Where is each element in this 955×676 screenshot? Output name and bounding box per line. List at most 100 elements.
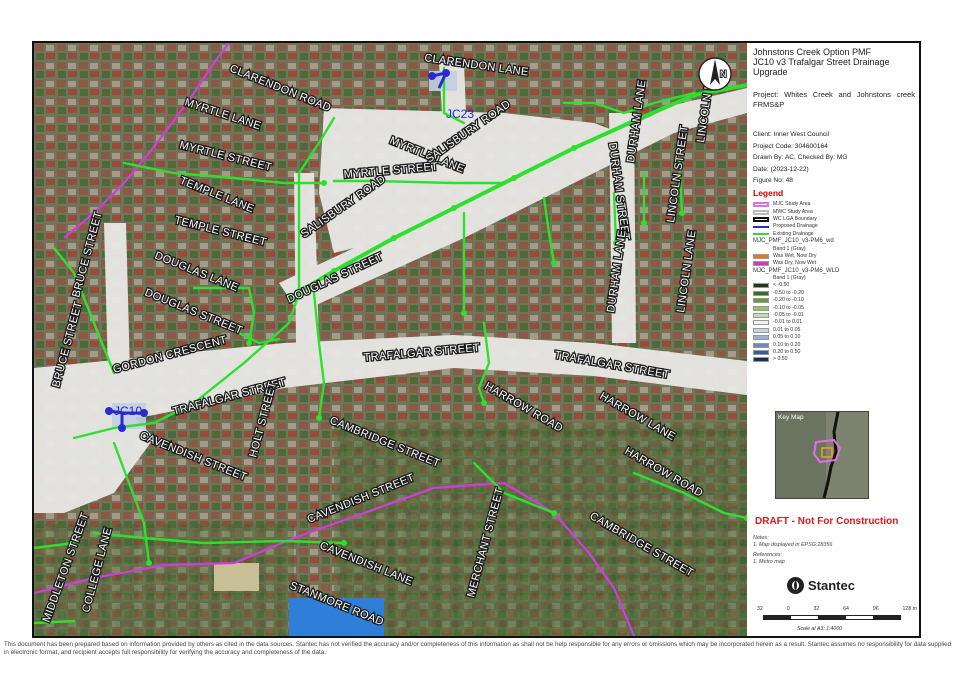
notes: Notes: 1. Map displayed in EPSG:28356 Re… [753, 535, 917, 566]
legend-label: 0.05 to 0.10 [773, 334, 801, 341]
scale-tick-label: 32 [813, 606, 820, 612]
legend-swatch [753, 327, 769, 333]
notes-text: 1. Map displayed in EPSG:28356 [753, 542, 833, 548]
legend-item: Was Wet, Now Dry [753, 253, 917, 260]
scale-ratio: Scale at A3: 1:4000 [797, 626, 843, 632]
legend-swatch [753, 313, 769, 319]
legend-label: 0.01 to 0.05 [773, 326, 801, 333]
tree-canopy [334, 423, 747, 636]
scale-bar: 32 0 32 64 96 128 m Scale at A3: 1:4000 [757, 605, 917, 635]
legend-label: > 0.50 [773, 356, 788, 363]
stantec-logo-name: Stantec [808, 578, 855, 593]
key-map-label: Key Map [778, 414, 804, 421]
legend-item: -0.20 to -0.10 [753, 297, 917, 304]
legend-item: MJC Study Area [753, 201, 917, 208]
references-heading: References: [753, 552, 783, 558]
legend-item: Existing Drainage [753, 231, 917, 238]
legend-item: 0.20 to 0.50 [753, 349, 917, 356]
project-meta: Client: Inner West Council Project Code:… [753, 129, 917, 187]
client-text: Client: Inner West Council [753, 131, 830, 138]
legend-item: MJC_PMF_JC10_v3-PM6_WLD [753, 268, 917, 275]
legend-swatch [753, 305, 769, 311]
north-arrow-icon: N [698, 57, 732, 91]
legend-item: -0.50 to -0.20 [753, 290, 917, 297]
legend-item: 0.10 to 0.20 [753, 341, 917, 348]
legend: Legend MJC Study Area MWC Study Area WC LG… [753, 189, 917, 364]
legend-item: Proposed Drainage [753, 223, 917, 230]
legend-swatch [753, 283, 769, 289]
legend-item: 0.01 to 0.05 [753, 327, 917, 334]
legend-label: 0.20 to 0.50 [773, 349, 801, 355]
legend-swatch [753, 298, 769, 304]
legend-item: 0.05 to 0.10 [753, 334, 917, 341]
legend-label: Proposed Drainage [773, 223, 818, 230]
references-text: 1. Metro map [753, 559, 785, 565]
legend-item: MWC Study Area [753, 208, 917, 215]
north-arrow: N [698, 55, 732, 93]
draft-notice: DRAFT - Not For Construction [755, 516, 899, 527]
legend-item: WC LGA Boundary [753, 216, 917, 223]
key-map: Key Map [775, 411, 869, 499]
legend-label: Was Dry, Now Wet [773, 260, 817, 267]
jc23-label: JC23 [446, 107, 474, 121]
legend-label: Band 1 (Gray) [773, 245, 806, 252]
map-canvas[interactable]: CLARENDON ROAD CLARENDON LANEMYRTLE LANEM… [34, 43, 747, 636]
legend-label: -0.10 to -0.05 [773, 304, 804, 311]
legend-label: Existing Drainage [773, 230, 814, 237]
notes-heading: Notes: [753, 535, 769, 541]
scale-tick-label: 64 [843, 606, 849, 612]
scale-tick-label: 96 [872, 606, 879, 612]
legend-label: MWC Study Area [773, 208, 813, 215]
scale-bar-graphic [763, 615, 901, 620]
map-title: Johnstons Creek Option PMF JC10 v3 Trafa… [753, 47, 890, 77]
legend-swatch [753, 261, 769, 267]
legend-label: MJC Study Area [773, 201, 811, 208]
legend-item: -0.05 to -0.01 [753, 312, 917, 319]
legend-swatch [753, 357, 769, 363]
legend-heading: Legend [753, 188, 784, 198]
scale-tick-label: 0 [786, 606, 790, 612]
jc10-label: JC10 [114, 404, 142, 418]
legend-label: 0.10 to 0.20 [773, 341, 801, 348]
figure-no-text: Figure No: 48 [753, 177, 793, 184]
legend-item: -0.01 to 0.01 [753, 319, 917, 326]
legend-label: < -0.50 [773, 282, 790, 289]
legend-label: WC LGA Boundary [773, 215, 817, 222]
legend-item: < -0.50 [753, 282, 917, 289]
legend-item: > 0.50 [753, 356, 917, 363]
legend-label: MJC_PMF_JC10_v3-PM6_WLD [753, 267, 840, 274]
stantec-logo: Stantec [787, 577, 855, 594]
legend-label: -0.20 to -0.10 [773, 297, 804, 304]
north-label: N [720, 69, 727, 79]
scale-tick-label: 128 m [902, 606, 917, 612]
stantec-logo-icon [787, 577, 804, 594]
project-name: Project: Whites Creek and Johnstons cree… [753, 90, 915, 109]
legend-swatch [753, 350, 769, 355]
legend-item: MJC_PMF_JC10_v3-PM6_wd [753, 238, 917, 245]
sports-field [214, 563, 259, 591]
legend-swatch [753, 225, 769, 228]
map-view[interactable]: CLARENDON ROAD CLARENDON LANE MYRTLE LANE M… [34, 43, 747, 636]
legend-item: Band 1 (Gray) [753, 275, 917, 282]
legend-swatch [753, 253, 769, 259]
legend-swatch [753, 290, 769, 296]
legend-label: Band 1 (Gray) [773, 275, 806, 282]
legend-label: MJC_PMF_JC10_v3-PM6_wd [753, 238, 834, 245]
legend-swatch [753, 320, 769, 326]
legend-rows: MJC Study Area MWC Study Area WC LGA Bound… [753, 201, 917, 364]
legend-label: -0.50 to -0.20 [773, 289, 804, 296]
drawn-by-text: Drawn By: AC, Checked By: MG [753, 154, 848, 161]
project-code-text: Project Code: 304600164 [753, 142, 828, 150]
legend-item: Band 1 (Gray) [753, 245, 917, 252]
scale-tick-label: 32 [757, 606, 763, 612]
legend-label: Was Wet, Now Dry [773, 252, 817, 259]
legend-swatch [753, 335, 769, 341]
legend-item: -0.10 to -0.05 [753, 304, 917, 311]
legend-item: Was Dry, Now Wet [753, 260, 917, 267]
title-panel: Johnstons Creek Option PMF JC10 v3 Trafa… [749, 43, 919, 636]
scale-ticks: 32 0 32 64 96 128 m [757, 605, 917, 614]
legend-swatch [753, 342, 769, 348]
legend-swatch [753, 216, 769, 222]
date-text: Date: (2023-12-22) [753, 165, 809, 173]
legend-label: -0.01 to 0.01 [773, 319, 803, 326]
